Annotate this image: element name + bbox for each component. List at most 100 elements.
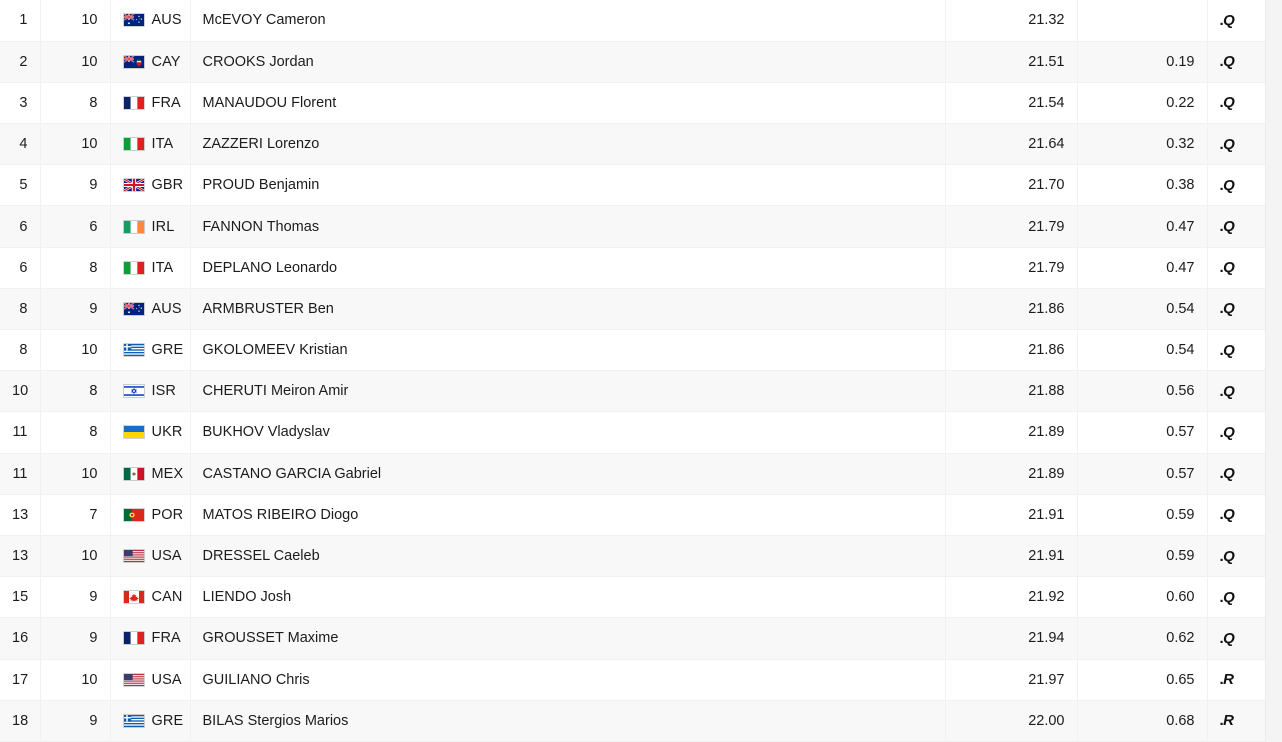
table-row[interactable]: 2 10 CAY CROOKS Jordan 21.51 0.19 .Q xyxy=(0,41,1265,83)
cell-athlete-name[interactable]: MANAUDOU Florent xyxy=(190,82,946,125)
table-row[interactable]: 10 8 ISR CHERUTI Meiron Amir 21.88 0.56 .Q xyxy=(0,370,1265,413)
results-table-viewport[interactable]: 1 10 AUS McEVOY Cameron 21.32 .Q 2 10 CAY CROOK… xyxy=(0,0,1265,742)
cell-athlete-name[interactable]: ZAZZERI Lorenzo xyxy=(190,123,946,166)
result-time: 21.89 xyxy=(1028,465,1065,482)
result-time: 21.86 xyxy=(1028,342,1065,359)
flag-icon xyxy=(122,260,145,275)
table-row[interactable]: 4 10 ITA ZAZZERI Lorenzo 21.64 0.32 .Q xyxy=(0,123,1265,166)
flag-icon xyxy=(122,549,145,564)
cell-athlete-name[interactable]: McEVOY Cameron xyxy=(190,0,946,42)
nationality-code: CAY xyxy=(151,53,181,70)
flag-icon xyxy=(122,507,145,522)
cell-athlete-name[interactable]: GUILIANO Chris xyxy=(190,659,946,701)
mark-letter: Q xyxy=(1223,547,1235,565)
table-row[interactable]: 11 8 UKR BUKHOV Vladyslav 21.89 0.57 .Q xyxy=(0,411,1265,454)
cell-rank: 3 xyxy=(0,82,41,125)
cell-gap: 0.32 xyxy=(1077,123,1208,166)
table-row[interactable]: 17 10 USA GUILIANO Chris 21.97 0.65 .R xyxy=(0,659,1265,701)
cell-athlete-name[interactable]: PROUD Benjamin xyxy=(190,164,946,207)
cell-nationality: CAN xyxy=(110,576,191,619)
nationality-code: AUS xyxy=(151,12,182,29)
table-row[interactable]: 6 8 ITA DEPLANO Leonardo 21.79 0.47 .Q xyxy=(0,247,1265,289)
mark-letter: Q xyxy=(1223,382,1235,400)
cell-athlete-name[interactable]: GKOLOMEEV Kristian xyxy=(190,329,946,372)
cell-nationality: AUS xyxy=(110,0,191,42)
cell-athlete-name[interactable]: BILAS Stergios Marios xyxy=(190,700,946,742)
cell-gap: 0.62 xyxy=(1077,617,1208,660)
cell-athlete-name[interactable]: CASTANO GARCIA Gabriel xyxy=(190,453,946,495)
athlete-name: MATOS RIBEIRO Diogo xyxy=(202,506,359,523)
cell-time: 21.70 xyxy=(945,164,1078,207)
table-row[interactable]: 5 9 GBR PROUD Benjamin 21.70 0.38 .Q xyxy=(0,164,1265,207)
cell-lane: 10 xyxy=(40,535,111,578)
cell-time: 21.94 xyxy=(945,617,1078,660)
athlete-name: ARMBRUSTER Ben xyxy=(202,300,334,317)
cell-gap: 0.38 xyxy=(1077,164,1208,207)
gap-to-leader: 0.57 xyxy=(1166,465,1195,482)
qualification-badge: .Q xyxy=(1220,218,1235,235)
flag-icon xyxy=(122,219,145,234)
results-table-body: 1 10 AUS McEVOY Cameron 21.32 .Q 2 10 CAY CROOK… xyxy=(0,0,1265,742)
cell-gap xyxy=(1077,0,1208,42)
cell-athlete-name[interactable]: MATOS RIBEIRO Diogo xyxy=(190,494,946,536)
flag-icon xyxy=(122,713,145,728)
mark-letter: Q xyxy=(1223,300,1235,318)
result-time: 22.00 xyxy=(1028,712,1065,729)
nationality-code: AUS xyxy=(151,300,182,317)
cell-gap: 0.57 xyxy=(1077,411,1208,454)
table-row[interactable]: 15 9 CAN LIENDO Josh 21.92 0.60 .Q xyxy=(0,576,1265,619)
gap-to-leader: 0.57 xyxy=(1166,424,1195,441)
cell-qualification-mark: .Q xyxy=(1207,453,1265,495)
cell-nationality: IRL xyxy=(110,205,191,248)
gap-to-leader: 0.47 xyxy=(1166,259,1195,276)
cell-athlete-name[interactable]: CHERUTI Meiron Amir xyxy=(190,370,946,413)
cell-nationality: GBR xyxy=(110,164,191,207)
table-row[interactable]: 8 9 AUS ARMBRUSTER Ben 21.86 0.54 .Q xyxy=(0,288,1265,331)
nationality-code: USA xyxy=(151,671,182,688)
table-row[interactable]: 8 10 GRE GKOLOMEEV Kristian 21.86 0.54 .Q xyxy=(0,329,1265,372)
qualification-badge: .Q xyxy=(1220,53,1235,70)
cell-gap: 0.57 xyxy=(1077,453,1208,495)
rank-value: 18 xyxy=(12,712,29,729)
mark-letter: Q xyxy=(1223,506,1235,524)
table-row[interactable]: 18 9 GRE BILAS Stergios Marios 22.00 0.68 .R xyxy=(0,700,1265,742)
athlete-name: DEPLANO Leonardo xyxy=(202,259,338,276)
qualification-badge: .Q xyxy=(1220,424,1235,441)
cell-athlete-name[interactable]: DRESSEL Caeleb xyxy=(190,535,946,578)
cell-lane: 9 xyxy=(40,617,111,660)
table-row[interactable]: 13 7 POR MATOS RIBEIRO Diogo 21.91 0.59 .Q xyxy=(0,494,1265,536)
gap-to-leader: 0.56 xyxy=(1166,383,1195,400)
cell-nationality: UKR xyxy=(110,411,191,454)
cell-athlete-name[interactable]: BUKHOV Vladyslav xyxy=(190,411,946,454)
cell-athlete-name[interactable]: GROUSSET Maxime xyxy=(190,617,946,660)
table-row[interactable]: 6 6 IRL FANNON Thomas 21.79 0.47 .Q xyxy=(0,205,1265,248)
table-row[interactable]: 13 10 USA DRESSEL Caeleb 21.91 0.59 .Q xyxy=(0,535,1265,578)
cell-gap: 0.68 xyxy=(1077,700,1208,742)
mark-letter: Q xyxy=(1223,135,1235,153)
cell-gap: 0.59 xyxy=(1077,494,1208,536)
flag-icon xyxy=(122,95,145,110)
result-time: 21.94 xyxy=(1028,630,1065,647)
cell-athlete-name[interactable]: DEPLANO Leonardo xyxy=(190,247,946,289)
table-row[interactable]: 1 10 AUS McEVOY Cameron 21.32 .Q xyxy=(0,0,1265,42)
vertical-scrollbar-track[interactable] xyxy=(1265,0,1282,742)
table-row[interactable]: 3 8 FRA MANAUDOU Florent 21.54 0.22 .Q xyxy=(0,82,1265,125)
cell-lane: 8 xyxy=(40,247,111,289)
athlete-name: ZAZZERI Lorenzo xyxy=(202,136,320,153)
mark-letter: R xyxy=(1223,671,1234,689)
cell-time: 21.92 xyxy=(945,576,1078,619)
mark-letter: Q xyxy=(1223,53,1235,71)
cell-athlete-name[interactable]: CROOKS Jordan xyxy=(190,41,946,83)
cell-qualification-mark: .Q xyxy=(1207,247,1265,289)
table-row[interactable]: 11 10 MEX CASTANO GARCIA Gabriel 21.89 0.57.… xyxy=(0,453,1265,495)
cell-athlete-name[interactable]: ARMBRUSTER Ben xyxy=(190,288,946,331)
cell-time: 21.86 xyxy=(945,288,1078,331)
flag-icon xyxy=(122,631,145,646)
lane-value: 9 xyxy=(89,589,98,606)
gap-to-leader: 0.65 xyxy=(1166,671,1195,688)
cell-time: 21.91 xyxy=(945,535,1078,578)
lane-value: 8 xyxy=(89,259,98,276)
cell-athlete-name[interactable]: FANNON Thomas xyxy=(190,205,946,248)
table-row[interactable]: 16 9 FRA GROUSSET Maxime 21.94 0.62 .Q xyxy=(0,617,1265,660)
cell-athlete-name[interactable]: LIENDO Josh xyxy=(190,576,946,619)
